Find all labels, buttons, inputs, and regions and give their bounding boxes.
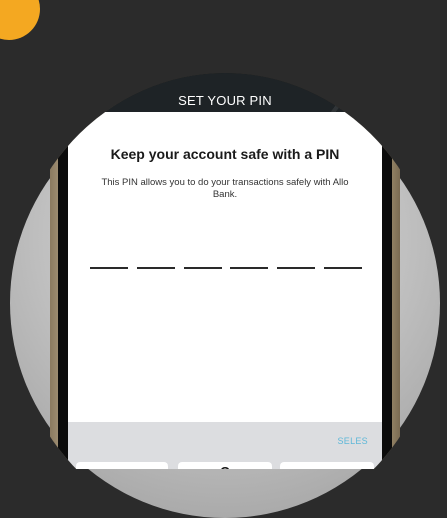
page-title: SET YOUR PIN xyxy=(178,93,272,108)
pin-digit-slot[interactable] xyxy=(136,267,175,269)
phone-notch xyxy=(150,20,300,50)
key-1[interactable] xyxy=(76,462,168,469)
phone-mockup-clip: SET YOUR PIN Keep your account safe with… xyxy=(10,20,440,469)
header-decoration-stripes xyxy=(328,73,382,112)
speaker-grille xyxy=(200,29,238,34)
pin-digit-slot[interactable] xyxy=(230,267,269,269)
pin-content: Keep your account safe with a PIN This P… xyxy=(68,112,382,422)
chevron-left-icon xyxy=(94,88,106,108)
pin-digit-slot[interactable] xyxy=(183,267,222,269)
keyboard-done-button[interactable]: SELES xyxy=(337,436,368,446)
key-3[interactable] xyxy=(280,462,374,469)
app-header: SET YOUR PIN xyxy=(68,20,382,112)
pin-description: This PIN allows you to do your transacti… xyxy=(101,177,349,200)
back-button[interactable] xyxy=(94,88,114,110)
key-2-label: 2 xyxy=(178,462,272,469)
pin-digit-slot[interactable] xyxy=(323,267,362,269)
front-camera xyxy=(254,26,264,36)
pin-heading: Keep your account safe with a PIN xyxy=(110,146,340,162)
phone-screen-area: SET YOUR PIN Keep your account safe with… xyxy=(50,20,400,469)
orange-decoration-dot xyxy=(0,0,40,40)
key-2[interactable]: 2 xyxy=(178,462,272,469)
pin-digit-slot[interactable] xyxy=(90,267,128,269)
pin-input[interactable] xyxy=(90,267,362,271)
pin-digit-slot[interactable] xyxy=(277,267,316,269)
numeric-keyboard: SELES 2 xyxy=(68,422,382,469)
